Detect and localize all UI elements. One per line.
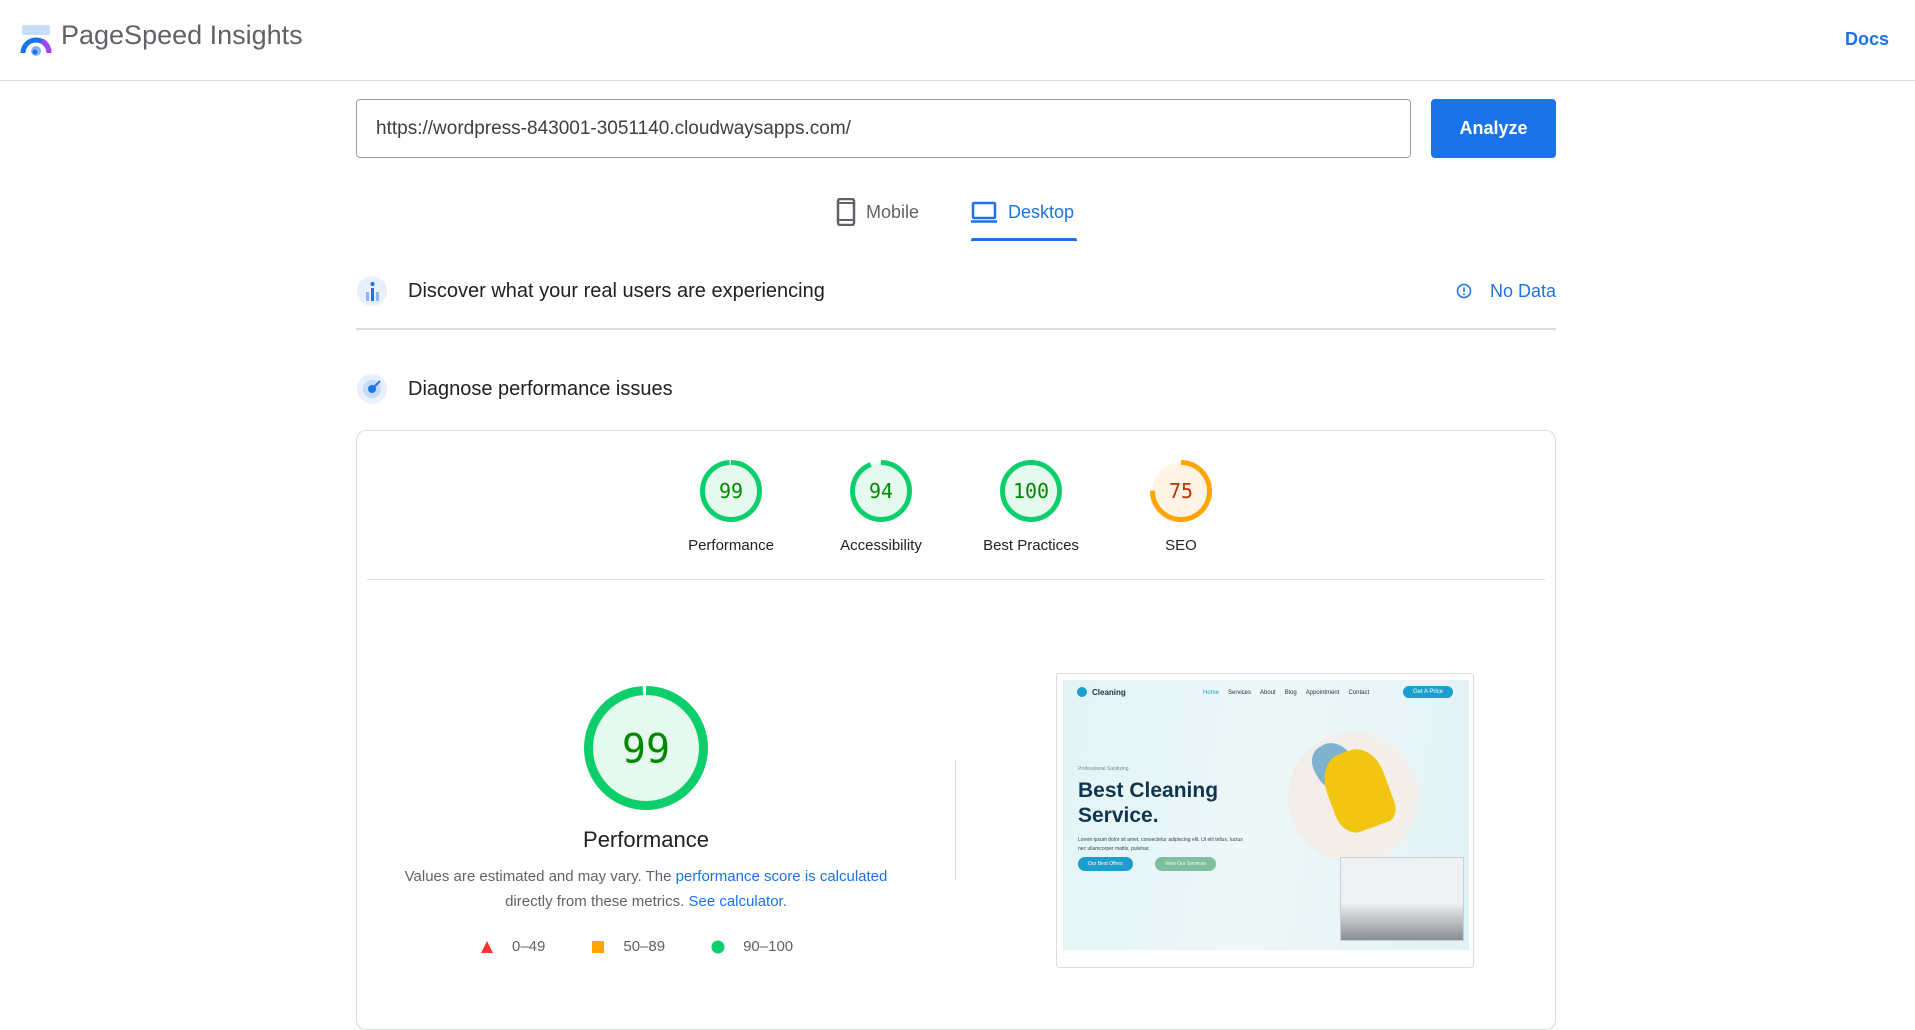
section-divider — [356, 328, 1556, 330]
active-tab-indicator — [971, 238, 1077, 241]
phone-icon — [836, 198, 856, 226]
gauge-score: 99 — [622, 726, 670, 772]
no-data-status[interactable]: No Data — [1456, 281, 1556, 302]
analyze-button[interactable]: Analyze — [1431, 99, 1556, 158]
thumb-nav-item: About — [1260, 690, 1276, 696]
thumb-bathroom-image — [1340, 857, 1464, 941]
performance-label: Performance — [583, 827, 709, 852]
thumb-brand-text: Cleaning — [1092, 687, 1126, 697]
see-calculator-link[interactable]: See calculator. — [688, 893, 786, 910]
section-title: Diagnose performance issues — [408, 377, 673, 400]
score-gauge: 75 — [1150, 460, 1212, 522]
docs-link[interactable]: Docs — [1845, 29, 1889, 50]
score-gauge: 100 — [1000, 460, 1062, 522]
score-gauge: 94 — [850, 460, 912, 522]
thumb-nav-item: Appointment — [1305, 690, 1340, 696]
thumb-body: Lorem ipsum dolor sit amet, consectetur … — [1078, 837, 1243, 852]
field-data-section: Discover what your real users are experi… — [356, 271, 1556, 311]
score-calculated-link[interactable]: performance score is calculated — [676, 868, 888, 885]
score-gauge: 99 — [700, 460, 762, 522]
vertical-divider — [955, 760, 956, 880]
legend-average: 50–89 — [591, 938, 665, 955]
category-label: SEO — [1165, 537, 1197, 554]
tab-label: Desktop — [1008, 202, 1075, 222]
thumb-nav-item: Home — [1203, 690, 1220, 696]
url-input[interactable] — [356, 99, 1411, 158]
thumb-headline: Best Cleaning Service. — [1078, 779, 1219, 827]
page-screenshot: Cleaning Home Services About Blog Appointmen… — [1056, 673, 1474, 968]
gauge-score: 100 — [1013, 479, 1049, 503]
thumb-button: Our Best Offers — [1078, 857, 1133, 871]
gauge-score: 75 — [1169, 479, 1193, 503]
category-gauge-best-practices[interactable]: 100 Best Practices — [956, 460, 1106, 554]
card-divider — [367, 579, 1545, 580]
tab-desktop[interactable]: Desktop — [970, 198, 1074, 242]
thumb-button: View Our Services — [1155, 857, 1217, 871]
legend-fail: 0–49 — [480, 938, 545, 955]
legend-pass: 90–100 — [711, 938, 793, 955]
category-label: Best Practices — [983, 537, 1079, 554]
thumb-nav-item: Blog — [1284, 690, 1297, 696]
score-legend: 0–49 50–89 90–100 — [480, 938, 839, 955]
gauge-score: 99 — [719, 479, 743, 503]
tab-label: Mobile — [866, 202, 920, 222]
circle-icon — [711, 940, 725, 953]
gauge-score: 94 — [869, 479, 893, 503]
thumb-eyebrow: Professional Sanitizing — [1078, 766, 1129, 772]
performance-score-gauge: 99 — [584, 686, 708, 810]
tab-mobile[interactable]: Mobile — [836, 198, 919, 242]
desc-text: Values are estimated and may vary. The — [404, 868, 676, 885]
thumb-brand: Cleaning — [1077, 687, 1126, 697]
thumb-nav-item: Services — [1228, 690, 1252, 696]
thumb-nav-item: Contact — [1348, 690, 1370, 696]
diagnose-icon — [357, 374, 387, 404]
category-gauge-seo[interactable]: 75 SEO — [1106, 460, 1256, 554]
category-label: Performance — [688, 537, 774, 554]
category-label: Accessibility — [840, 537, 922, 554]
users-icon — [357, 276, 387, 306]
legend-range: 50–89 — [623, 938, 666, 955]
top-bar: PageSpeed Insights Docs — [0, 0, 1915, 81]
section-title: Discover what your real users are experi… — [408, 279, 825, 302]
thumb-cta: Get A Price — [1402, 686, 1453, 698]
category-gauge-accessibility[interactable]: 94 Accessibility — [806, 460, 956, 554]
laptop-icon — [971, 201, 997, 223]
triangle-icon — [481, 940, 493, 953]
legend-range: 0–49 — [512, 938, 546, 955]
app-title: PageSpeed Insights — [61, 20, 303, 50]
pagespeed-logo-icon — [20, 25, 52, 56]
thumb-nav: Home Services About Blog Appointment Contact — [1203, 690, 1369, 696]
lab-data-section: Diagnose performance issues — [356, 369, 1556, 409]
performance-gauge-large: 99 Performance — [546, 686, 746, 853]
legend-range: 90–100 — [743, 938, 794, 955]
category-gauge-performance[interactable]: 99 Performance — [656, 460, 806, 554]
info-icon — [1456, 283, 1472, 299]
no-data-label: No Data — [1489, 280, 1556, 301]
desc-text: directly from these metrics. — [505, 893, 689, 910]
performance-description: Values are estimated and may vary. The p… — [396, 864, 896, 914]
square-icon — [592, 940, 605, 953]
